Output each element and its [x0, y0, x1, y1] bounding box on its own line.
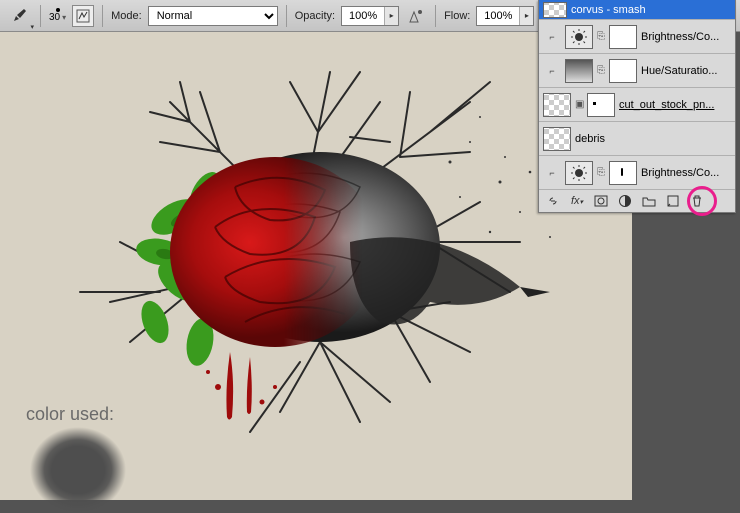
indent-icon: ⌐: [543, 20, 561, 53]
pen-pressure-icon: [408, 8, 424, 24]
brush-preset-picker[interactable]: 30 ▾: [49, 8, 66, 23]
brush-panel-icon: [76, 9, 90, 23]
opacity-label: Opacity:: [295, 10, 335, 22]
layer-name: corvus - smash: [571, 4, 731, 16]
annotation-label: color used:: [26, 404, 114, 425]
layer-row-debris[interactable]: debris: [539, 122, 735, 156]
layer-name[interactable]: debris: [575, 133, 731, 145]
flow-input[interactable]: 100% ▸: [476, 6, 534, 26]
link-layers-button[interactable]: [545, 193, 561, 209]
link-icon: ⎘: [597, 167, 605, 178]
adjustment-hue-icon: [565, 59, 593, 83]
indent-icon: ⌐: [543, 156, 561, 189]
layer-mask-thumb[interactable]: [609, 59, 637, 83]
add-adjustment-button[interactable]: [617, 193, 633, 209]
layer-name[interactable]: Hue/Saturatio...: [641, 65, 731, 77]
tablet-opacity-toggle[interactable]: [405, 5, 427, 27]
layer-row-brightness[interactable]: ⌐ ⎘ Brightness/Co...: [539, 20, 735, 54]
layer-name[interactable]: Brightness/Co...: [641, 167, 731, 179]
layer-row-hue[interactable]: ⌐ ⎘ Hue/Saturatio...: [539, 54, 735, 88]
blend-mode-select[interactable]: Normal: [148, 6, 278, 26]
brush-size-value: 30: [49, 12, 60, 23]
layer-row-brightness-2[interactable]: ⌐ ⎘ Brightness/Co...: [539, 156, 735, 190]
flow-label: Flow:: [444, 10, 470, 22]
flow-flyout-button[interactable]: ▸: [519, 7, 533, 25]
color-swatch-blob: [30, 427, 126, 513]
layer-row-selected[interactable]: corvus - smash: [539, 0, 735, 20]
layer-mask-thumb[interactable]: [587, 93, 615, 117]
opacity-flyout-button[interactable]: ▸: [384, 7, 398, 25]
layer-effects-button[interactable]: fx▾: [569, 193, 585, 209]
divider: [40, 5, 41, 27]
artwork-image: [50, 42, 570, 442]
divider: [435, 5, 436, 27]
layers-panel: corvus - smash ⌐ ⎘ Brightness/Co... ⌐ ⎘ …: [538, 0, 736, 213]
layer-thumb: [543, 2, 567, 18]
layer-mask-thumb[interactable]: [609, 25, 637, 49]
divider: [286, 5, 287, 27]
brush-panel-toggle[interactable]: [72, 5, 94, 27]
add-mask-button[interactable]: [593, 193, 609, 209]
layer-row-smartobject[interactable]: ▣ cut_out_stock_pn...: [539, 88, 735, 122]
smart-object-icon: ▣: [575, 99, 583, 110]
flow-value: 100%: [477, 10, 519, 22]
layer-thumb: [543, 93, 571, 117]
layer-name[interactable]: Brightness/Co...: [641, 31, 731, 43]
indent-icon: ⌐: [543, 54, 561, 87]
link-icon: ⎘: [597, 31, 605, 42]
delete-layer-button[interactable]: [689, 193, 705, 209]
layer-thumb: [543, 127, 571, 151]
mode-label: Mode:: [111, 10, 142, 22]
paintbrush-icon: [11, 8, 27, 24]
layer-name[interactable]: cut_out_stock_pn...: [619, 99, 731, 111]
layer-mask-thumb[interactable]: [609, 161, 637, 185]
link-icon: ⎘: [597, 65, 605, 76]
adjustment-brightness-icon: [565, 25, 593, 49]
layers-panel-footer: fx▾: [539, 190, 735, 212]
new-layer-button[interactable]: [665, 193, 681, 209]
new-group-button[interactable]: [641, 193, 657, 209]
adjustment-brightness-icon: [565, 161, 593, 185]
divider: [102, 5, 103, 27]
opacity-value: 100%: [342, 10, 384, 22]
brush-tool-icon[interactable]: ▾: [6, 3, 32, 29]
chevron-down-icon: ▾: [62, 13, 66, 22]
opacity-input[interactable]: 100% ▸: [341, 6, 399, 26]
